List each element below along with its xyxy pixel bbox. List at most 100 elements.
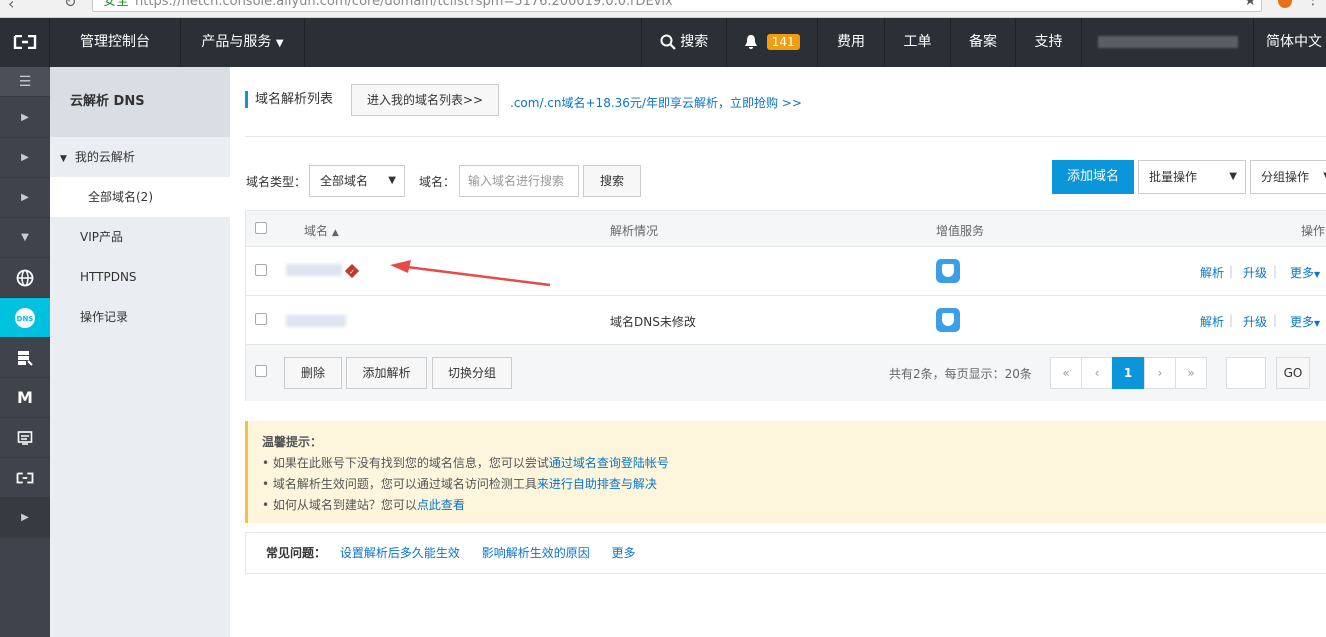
- promo-link[interactable]: .com/.cn域名+18.36元/年即享云解析，立即抢购 >>: [510, 94, 802, 111]
- add-record-button[interactable]: 添加解析: [346, 357, 427, 389]
- subnav-item-logs[interactable]: 操作记录: [50, 297, 230, 337]
- rail-expand-arrow-icon[interactable]: ▶: [0, 498, 50, 538]
- aliyun-logo-icon[interactable]: [0, 18, 50, 67]
- extension-icon[interactable]: [1278, 0, 1292, 8]
- notification-count-badge: 141: [766, 34, 800, 50]
- resolve-link[interactable]: 解析: [1200, 264, 1224, 281]
- prev-page-button[interactable]: ‹: [1081, 357, 1113, 389]
- goto-domain-list-button[interactable]: 进入我的域名列表>>: [351, 84, 499, 116]
- go-button[interactable]: GO: [1276, 357, 1310, 389]
- tip-link-login[interactable]: 通过域名查询登陆帐号: [549, 456, 669, 470]
- redacted-domain-name[interactable]: [286, 315, 346, 327]
- top-search-button[interactable]: 搜索: [641, 18, 727, 67]
- bookmark-star-icon[interactable]: ★: [1244, 0, 1257, 9]
- faq-link-more[interactable]: 更多: [612, 546, 636, 560]
- svg-text:DNS: DNS: [17, 315, 34, 323]
- rail-toggle-menu-icon[interactable]: ☰: [0, 67, 50, 97]
- domain-type-select[interactable]: 全部域名 ▼: [309, 165, 405, 197]
- url-field[interactable]: 安全 https://netcn.console.aliyun.com/core/…: [92, 0, 1262, 12]
- footer-select-all-checkbox[interactable]: [255, 365, 267, 377]
- product-icon-rail: ☰ ▶ ▶ ▶ ▼ DNS M ▶: [0, 67, 50, 637]
- domain-search-input[interactable]: 输入域名进行搜索: [459, 165, 579, 197]
- top-search-label: 搜索: [680, 34, 709, 50]
- domain-search-button[interactable]: 搜索: [583, 165, 641, 197]
- page-1-button[interactable]: 1: [1112, 357, 1144, 389]
- rail-expand-arrow-icon[interactable]: ▶: [0, 178, 50, 218]
- notifications-button[interactable]: 141: [727, 18, 818, 67]
- resolve-link[interactable]: 解析: [1200, 313, 1224, 330]
- table-row: 域名DNS未修改 解析 | 升级 | 更多▼: [246, 296, 1326, 345]
- col-ops-header: 操作: [1301, 224, 1326, 238]
- tip-text: • 如何从域名到建站？您可以: [262, 498, 417, 512]
- more-label: 更多: [1290, 315, 1315, 329]
- rail-collapse-arrow-icon[interactable]: ▼: [0, 218, 50, 258]
- select-all-checkbox[interactable]: [255, 222, 267, 234]
- tip-line-2: • 域名解析生效问题，您可以通过域名访问检测工具来进行自助排查与解决: [262, 474, 1326, 495]
- tip-link-view[interactable]: 点此查看: [417, 498, 465, 512]
- first-page-button[interactable]: «: [1050, 357, 1082, 389]
- subnav-item-vip[interactable]: VIP产品: [50, 217, 230, 257]
- delete-button[interactable]: 删除: [284, 357, 342, 389]
- rail-expand-arrow-icon[interactable]: ▶: [0, 98, 50, 138]
- row-checkbox[interactable]: [255, 264, 267, 276]
- caret-down-icon: ▼: [1314, 270, 1321, 279]
- page-jump-input[interactable]: [1226, 357, 1266, 389]
- upgrade-link[interactable]: 升级: [1243, 264, 1267, 281]
- server-list-icon[interactable]: [0, 338, 50, 378]
- rail-expand-arrow-icon[interactable]: ▶: [0, 138, 50, 178]
- add-domain-button[interactable]: 添加域名: [1052, 160, 1134, 194]
- user-account-menu[interactable]: [1082, 18, 1254, 67]
- aliyun-small-logo-icon[interactable]: [0, 458, 50, 498]
- seal-icon: ✓: [345, 264, 359, 278]
- switch-group-button[interactable]: 切换分组: [432, 357, 512, 389]
- subnav-item-all-domains[interactable]: 全部域名(2): [50, 177, 230, 217]
- redacted-domain-name[interactable]: [286, 264, 342, 276]
- console-home-link[interactable]: 管理控制台: [50, 18, 181, 67]
- col-domain-header[interactable]: 域名 ▲: [304, 222, 339, 239]
- tip-line-1: • 如果在此账号下没有找到您的域名信息，您可以尝试通过域名查询登陆帐号: [262, 453, 1326, 474]
- tip-link-selfcheck[interactable]: 来进行自助排查与解决: [537, 477, 657, 491]
- caret-down-icon: ▼: [60, 154, 67, 164]
- billing-link[interactable]: 费用: [818, 18, 885, 67]
- domain-type-value: 全部域名: [320, 174, 369, 188]
- search-icon: [660, 34, 676, 50]
- row-checkbox[interactable]: [255, 313, 267, 325]
- reload-icon[interactable]: ↻: [64, 0, 77, 11]
- m-brand-icon[interactable]: M: [0, 378, 50, 418]
- shield-icon[interactable]: [936, 259, 960, 283]
- language-switcher[interactable]: 简体中文: [1254, 18, 1326, 67]
- icp-filing-link[interactable]: 备案: [951, 18, 1016, 67]
- pagination-summary: 共有2条，每页显示：20条: [889, 367, 1032, 381]
- table-footer: 删除 添加解析 切换分组 共有2条，每页显示：20条 « ‹ 1 › » GO: [246, 345, 1326, 401]
- upgrade-link[interactable]: 升级: [1243, 313, 1267, 330]
- subnav-item-httpdns[interactable]: HTTPDNS: [50, 257, 230, 297]
- subnav-item-my-dns[interactable]: ▼ 我的云解析: [50, 137, 230, 177]
- next-page-button[interactable]: ›: [1144, 357, 1176, 389]
- monitor-icon[interactable]: [0, 418, 50, 458]
- dns-sub-navigation: 云解析 DNS ▼ 我的云解析 全部域名(2) VIP产品 HTTPDNS 操作记…: [50, 67, 230, 637]
- domain-type-label: 域名类型：: [246, 175, 307, 189]
- faq-bar: 常见问题： 设置解析后多久能生效 影响解析生效的原因 更多: [245, 532, 1326, 574]
- faq-link-effective-time[interactable]: 设置解析后多久能生效: [340, 546, 460, 560]
- globe-icon[interactable]: [0, 258, 50, 298]
- link-divider: |: [1273, 264, 1278, 278]
- faq-link-reasons[interactable]: 影响解析生效的原因: [482, 546, 590, 560]
- batch-operation-label: 批量操作: [1149, 170, 1198, 184]
- page-title: 域名解析列表: [255, 92, 334, 107]
- more-dropdown[interactable]: 更多▼: [1290, 264, 1320, 281]
- tip-line-3: • 如何从域名到建站？您可以点此查看: [262, 495, 1326, 516]
- support-link[interactable]: 支持: [1016, 18, 1082, 67]
- shield-icon[interactable]: [936, 308, 960, 332]
- products-menu[interactable]: 产品与服务 ▼: [181, 18, 305, 67]
- back-icon[interactable]: ‹: [8, 0, 14, 13]
- dns-icon[interactable]: DNS: [0, 298, 50, 338]
- last-page-button[interactable]: »: [1175, 357, 1207, 389]
- menu-dots-icon[interactable]: ⋮: [1306, 0, 1320, 8]
- header-divider: [245, 136, 1326, 137]
- group-operation-select[interactable]: 分组操作 ▼: [1250, 160, 1326, 194]
- batch-operation-select[interactable]: 批量操作 ▼: [1138, 160, 1246, 194]
- more-dropdown[interactable]: 更多▼: [1290, 313, 1320, 330]
- annotation-arrow: [390, 260, 551, 287]
- tickets-link[interactable]: 工单: [885, 18, 951, 67]
- link-divider: |: [1273, 313, 1278, 327]
